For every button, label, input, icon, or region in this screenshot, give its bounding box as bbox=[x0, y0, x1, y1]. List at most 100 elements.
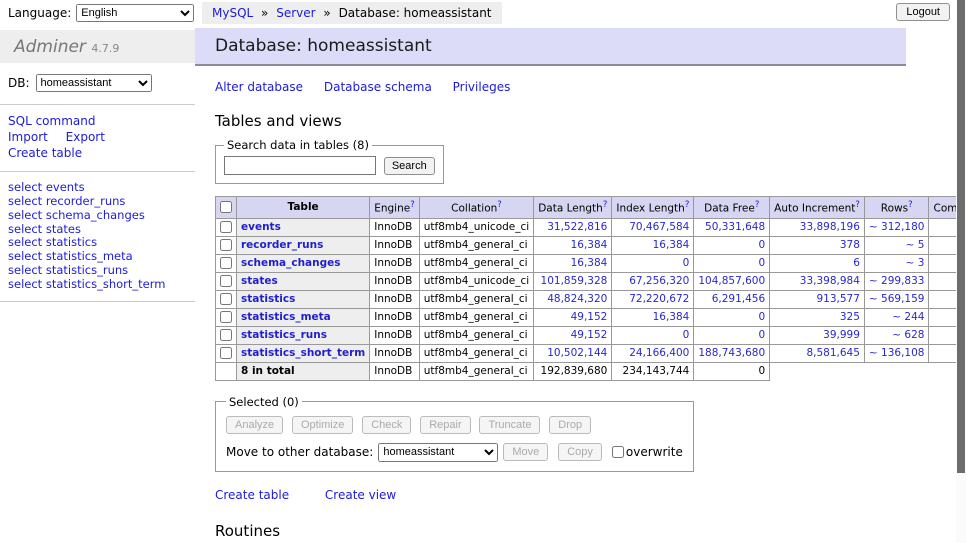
search-fieldset: Search data in tables (8) Search bbox=[215, 138, 444, 184]
scrollbar[interactable] bbox=[956, 0, 966, 543]
check-button: Check bbox=[362, 416, 411, 434]
column-header-engine: Engine? bbox=[370, 197, 420, 219]
data-length-cell: 16,384 bbox=[534, 236, 612, 254]
row-checkbox-statistics-meta[interactable] bbox=[220, 311, 232, 323]
data-length-cell: 49,152 bbox=[534, 326, 612, 344]
move-row: Move to other database: homeassistant Mo… bbox=[226, 443, 683, 462]
truncate-button: Truncate bbox=[479, 416, 540, 434]
row-checkbox-schema-changes[interactable] bbox=[220, 257, 232, 269]
sidebar-create-table-link[interactable]: Create table bbox=[8, 146, 82, 160]
sidebar-item-select-statistics-runs[interactable]: select statistics_runs bbox=[8, 263, 187, 277]
help-icon[interactable]: ? bbox=[410, 200, 415, 210]
total-data-length-cell: 192,839,680 bbox=[534, 362, 612, 380]
sidebar-sql-command-link[interactable]: SQL command bbox=[8, 114, 95, 128]
sidebar-item-select-events[interactable]: select events bbox=[8, 180, 187, 194]
sidebar-item-select-statistics-meta[interactable]: select statistics_meta bbox=[8, 250, 187, 264]
data-free-cell: 50,331,648 bbox=[694, 218, 770, 236]
table-row: statistics_runs InnoDB utf8mb4_general_c… bbox=[216, 326, 966, 344]
db-select[interactable]: homeassistant bbox=[36, 74, 152, 92]
sidebar-actions: SQL command Import Export Create table bbox=[0, 105, 165, 171]
data-length-cell: 31,522,816 bbox=[534, 218, 612, 236]
engine-cell: InnoDB bbox=[370, 254, 420, 272]
scrollbar-thumb[interactable] bbox=[957, 0, 965, 473]
collation-cell: utf8mb4_unicode_ci bbox=[419, 218, 533, 236]
help-icon[interactable]: ? bbox=[497, 200, 502, 210]
row-checkbox-recorder-runs[interactable] bbox=[220, 239, 232, 251]
table-link-statistics-runs[interactable]: statistics_runs bbox=[241, 329, 327, 341]
total-collation-cell: utf8mb4_general_ci bbox=[419, 362, 533, 380]
search-input[interactable] bbox=[224, 156, 376, 175]
data-length-cell: 16,384 bbox=[534, 254, 612, 272]
row-checkbox-events[interactable] bbox=[220, 221, 232, 233]
total-label: 8 in total bbox=[237, 362, 370, 380]
row-checkbox-statistics[interactable] bbox=[220, 293, 232, 305]
adminer-brand-link[interactable]: Adminer bbox=[14, 37, 86, 57]
overwrite-checkbox[interactable] bbox=[612, 446, 624, 458]
table-link-schema-changes[interactable]: schema_changes bbox=[241, 257, 341, 269]
breadcrumb-server-link[interactable]: Server bbox=[276, 6, 315, 20]
collation-cell: utf8mb4_unicode_ci bbox=[419, 272, 533, 290]
table-link-states[interactable]: states bbox=[241, 275, 278, 287]
tables-overview-table: Table Engine? Collation? Data Length? In… bbox=[215, 196, 966, 381]
row-checkbox-statistics-short-term[interactable] bbox=[220, 347, 232, 359]
index-length-cell: 0 bbox=[612, 254, 694, 272]
data-length-cell: 10,502,144 bbox=[534, 344, 612, 362]
database-schema-link[interactable]: Database schema bbox=[324, 80, 432, 94]
breadcrumb-current: Database: homeassistant bbox=[339, 6, 492, 20]
column-header-collation: Collation? bbox=[419, 197, 533, 219]
index-length-cell: 72,220,672 bbox=[612, 290, 694, 308]
routines-heading: Routines bbox=[215, 522, 966, 540]
data-free-cell: 188,743,680 bbox=[694, 344, 770, 362]
help-icon[interactable]: ? bbox=[755, 200, 760, 210]
collation-cell: utf8mb4_general_ci bbox=[419, 236, 533, 254]
data-length-cell: 48,824,320 bbox=[534, 290, 612, 308]
create-table-link[interactable]: Create table bbox=[215, 488, 289, 502]
engine-cell: InnoDB bbox=[370, 290, 420, 308]
table-link-statistics-short-term[interactable]: statistics_short_term bbox=[241, 347, 365, 359]
sidebar-item-select-statistics-short-term[interactable]: select statistics_short_term bbox=[8, 277, 187, 291]
collation-cell: utf8mb4_general_ci bbox=[419, 254, 533, 272]
logout-button[interactable]: Logout bbox=[896, 3, 950, 21]
sidebar: Adminer 4.7.9 DB: homeassistant SQL comm… bbox=[0, 30, 195, 302]
sidebar-item-select-states[interactable]: select states bbox=[8, 222, 187, 236]
engine-cell: InnoDB bbox=[370, 236, 420, 254]
table-link-statistics[interactable]: statistics bbox=[241, 293, 295, 305]
row-checkbox-statistics-runs[interactable] bbox=[220, 329, 232, 341]
total-index-length-cell: 234,143,744 bbox=[612, 362, 694, 380]
table-link-recorder-runs[interactable]: recorder_runs bbox=[241, 239, 323, 251]
sidebar-export-link[interactable]: Export bbox=[66, 130, 105, 144]
row-checkbox-states[interactable] bbox=[220, 275, 232, 287]
sidebar-item-select-statistics[interactable]: select statistics bbox=[8, 236, 187, 250]
data-free-cell: 0 bbox=[694, 254, 770, 272]
move-label: Move to other database: bbox=[226, 445, 373, 459]
collation-cell: utf8mb4_general_ci bbox=[419, 308, 533, 326]
sidebar-item-select-recorder-runs[interactable]: select recorder_runs bbox=[8, 194, 187, 208]
help-icon[interactable]: ? bbox=[855, 200, 860, 210]
column-header-index-length: Index Length? bbox=[612, 197, 694, 219]
language-label: Language: bbox=[8, 6, 71, 20]
create-view-link[interactable]: Create view bbox=[325, 488, 396, 502]
privileges-link[interactable]: Privileges bbox=[453, 80, 511, 94]
search-button[interactable]: Search bbox=[384, 157, 435, 175]
data-free-cell: 0 bbox=[694, 236, 770, 254]
alter-database-link[interactable]: Alter database bbox=[215, 80, 303, 94]
select-all-checkbox[interactable] bbox=[220, 201, 232, 213]
rows-cell: ~ 244 bbox=[864, 308, 929, 326]
table-row: statistics_meta InnoDB utf8mb4_general_c… bbox=[216, 308, 966, 326]
table-link-events[interactable]: events bbox=[241, 221, 281, 233]
table-link-statistics-meta[interactable]: statistics_meta bbox=[241, 311, 331, 323]
collation-cell: utf8mb4_general_ci bbox=[419, 290, 533, 308]
analyze-button: Analyze bbox=[226, 416, 283, 434]
help-icon[interactable]: ? bbox=[685, 200, 690, 210]
move-db-select[interactable]: homeassistant bbox=[378, 443, 498, 462]
help-icon[interactable]: ? bbox=[603, 200, 608, 210]
sidebar-divider bbox=[0, 301, 195, 302]
language-select[interactable]: English bbox=[76, 4, 194, 22]
auto-increment-cell: 325 bbox=[770, 308, 865, 326]
data-free-cell: 0 bbox=[694, 326, 770, 344]
breadcrumb-mysql-link[interactable]: MySQL bbox=[212, 6, 253, 20]
sidebar-item-select-schema-changes[interactable]: select schema_changes bbox=[8, 208, 187, 222]
engine-cell: InnoDB bbox=[370, 344, 420, 362]
sidebar-import-link[interactable]: Import bbox=[8, 130, 48, 144]
help-icon[interactable]: ? bbox=[908, 200, 913, 210]
